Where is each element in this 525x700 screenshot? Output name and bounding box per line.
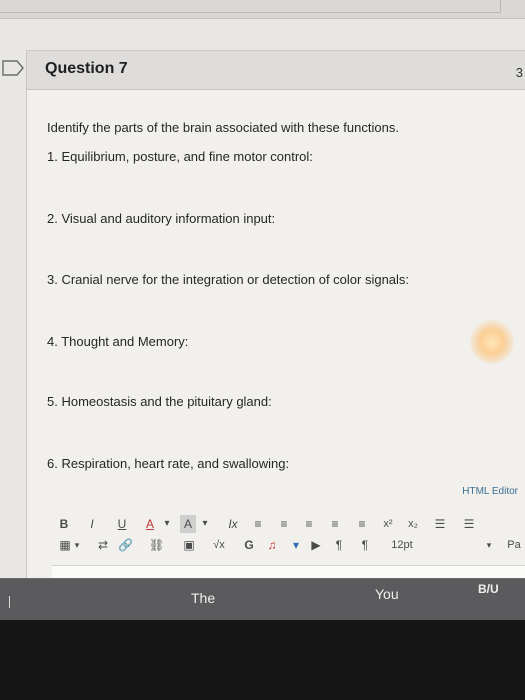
video-icon[interactable]: ▶ bbox=[309, 536, 323, 554]
question-header: Question 7 3 bbox=[27, 51, 525, 90]
question-item-2: 2. Visual and auditory information input… bbox=[47, 211, 276, 226]
media-icon[interactable]: ⇄ bbox=[96, 536, 110, 554]
screen-glare bbox=[470, 320, 514, 364]
question-card: Question 7 3 Identify the parts of the b… bbox=[2, 50, 525, 580]
bullet-list-button[interactable]: ☰ bbox=[433, 515, 447, 533]
table-dropdown[interactable]: ▾ bbox=[73, 536, 81, 554]
align-left-button[interactable]: ≡ bbox=[251, 515, 265, 533]
question-item-3: 3. Cranial nerve for the integration or … bbox=[47, 272, 410, 287]
editor-toolbar-row-1: B I U A ▾ A ▾ Ix ≡ ≡ ≡ ≡ ≡ x² x₂ ☰ ☰ bbox=[58, 515, 498, 533]
bold-button[interactable]: B bbox=[58, 515, 70, 533]
font-size-dropdown[interactable]: 12pt bbox=[387, 536, 417, 554]
question-title: Question 7 bbox=[45, 60, 128, 77]
question-item-1: 1. Equilibrium, posture, and fine motor … bbox=[47, 149, 313, 164]
previous-question-card-edge bbox=[0, 0, 501, 13]
html-editor-link[interactable]: HTML Editor bbox=[462, 486, 518, 497]
italic-button[interactable]: I bbox=[86, 515, 98, 533]
monitor-bezel bbox=[0, 620, 525, 700]
flag-question-icon[interactable] bbox=[1, 59, 25, 77]
taskbar-item-biu[interactable]: B/U bbox=[478, 582, 499, 596]
music-icon[interactable]: ♫ bbox=[265, 536, 279, 554]
text-cursor bbox=[9, 596, 10, 608]
numbered-list-button[interactable]: ☰ bbox=[462, 515, 476, 533]
background-color-dropdown[interactable]: ▾ bbox=[200, 515, 210, 533]
table-icon[interactable]: ▦ bbox=[58, 536, 72, 554]
clear-formatting-button[interactable]: Ix bbox=[224, 515, 242, 533]
google-apps-icon[interactable]: G bbox=[242, 536, 256, 554]
rtl-paragraph-icon[interactable]: ¶ bbox=[358, 536, 372, 554]
align-right-button[interactable]: ≡ bbox=[302, 515, 316, 533]
question-points: 3 bbox=[515, 65, 523, 80]
font-color-dropdown[interactable]: ▾ bbox=[162, 515, 172, 533]
taskbar-item-you[interactable]: You bbox=[375, 586, 399, 602]
question-item-5: 5. Homeostasis and the pituitary gland: bbox=[47, 394, 272, 409]
link-icon[interactable]: 🔗 bbox=[118, 536, 133, 554]
subscript-button[interactable]: x₂ bbox=[406, 515, 420, 533]
vimeo-icon[interactable]: ▾ bbox=[289, 536, 303, 554]
editor-toolbar-row-2: ▦ ▾ ⇄ 🔗 ⛓ ▣ √x G ♫ ▾ ▶ ¶ ¶ 12pt ▾ Pa bbox=[58, 536, 525, 554]
outdent-button[interactable]: ≡ bbox=[355, 515, 369, 533]
superscript-button[interactable]: x² bbox=[381, 515, 395, 533]
unlink-icon[interactable]: ⛓ bbox=[149, 536, 164, 554]
browser-viewport: Question 7 3 Identify the parts of the b… bbox=[0, 0, 525, 580]
paragraph-dropdown[interactable]: Pa bbox=[506, 536, 522, 554]
image-icon[interactable]: ▣ bbox=[182, 536, 196, 554]
background-color-button[interactable]: A bbox=[180, 515, 196, 533]
taskbar-item-the[interactable]: The bbox=[191, 590, 215, 606]
previous-question-border bbox=[0, 0, 525, 19]
indent-button[interactable]: ≡ bbox=[328, 515, 342, 533]
paragraph-dropdown-arrow[interactable]: ▾ bbox=[484, 536, 494, 554]
taskbar: The You B/U bbox=[0, 578, 525, 621]
ltr-paragraph-icon[interactable]: ¶ bbox=[332, 536, 346, 554]
question-item-6: 6. Respiration, heart rate, and swallowi… bbox=[47, 456, 290, 471]
underline-button[interactable]: U bbox=[116, 515, 128, 533]
align-center-button[interactable]: ≡ bbox=[277, 515, 291, 533]
font-color-button[interactable]: A bbox=[144, 515, 156, 533]
question-prompt: Identify the parts of the brain associat… bbox=[47, 120, 399, 135]
question-item-4: 4. Thought and Memory: bbox=[47, 334, 189, 349]
equation-icon[interactable]: √x bbox=[210, 536, 228, 554]
